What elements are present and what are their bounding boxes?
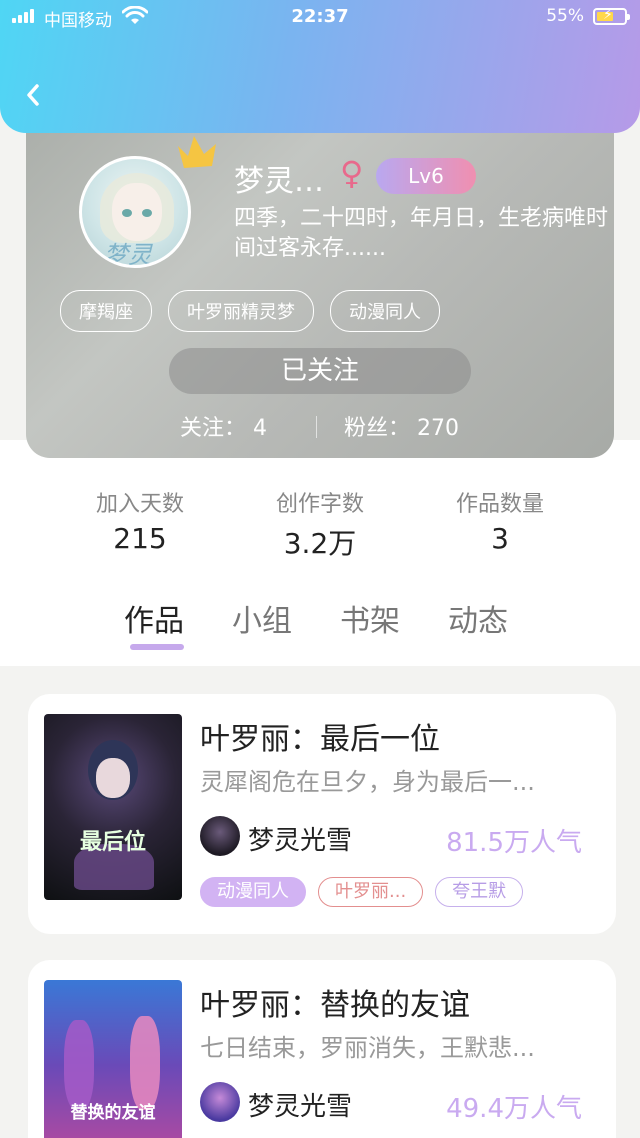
level-badge: Lv6 (376, 158, 476, 194)
fans-count[interactable]: 粉丝： 270 (344, 410, 459, 442)
battery-icon: ⚡ (593, 7, 630, 25)
profile-tags: 摩羯座 叶罗丽精灵梦 动漫同人 (60, 290, 440, 332)
popularity: 81.5万人气 (446, 828, 582, 858)
followed-button[interactable]: 已关注 (169, 348, 471, 394)
author-avatar[interactable] (200, 1082, 240, 1122)
popularity: 49.4万人气 (446, 1094, 582, 1124)
profile-card: 梦灵 梦灵… ♀ Lv6 四季，二十四时，年月日，生老病唯时间过客永存.....… (26, 100, 614, 458)
female-icon: ♀ (340, 154, 364, 192)
profile-tag[interactable]: 叶罗丽精灵梦 (168, 290, 314, 332)
back-arrow-icon[interactable] (22, 80, 44, 110)
cover-title: 最后位 (79, 829, 146, 855)
active-tab-indicator (130, 644, 184, 650)
divider (316, 416, 317, 438)
work-description: 七日结束，罗丽消失，王默悲... (200, 1034, 535, 1062)
battery-percent: 55% (546, 6, 584, 26)
tab-works[interactable]: 作品 (124, 596, 184, 640)
profile-tag[interactable]: 摩羯座 (60, 290, 152, 332)
work-tags: 动漫同人 叶罗丽... 夸王默 (200, 877, 524, 907)
work-tag[interactable]: 叶罗丽... (318, 877, 424, 907)
avatar-signature: 梦灵 (104, 241, 152, 268)
stat-join-days: 加入天数 215 (95, 492, 184, 555)
work-description: 灵犀阁危在旦夕，身为最后一... (200, 768, 535, 796)
tab-bookshelf[interactable]: 书架 (340, 596, 400, 640)
crown-icon (178, 136, 216, 168)
stat-word-count: 创作字数 3.2万 (275, 492, 364, 560)
work-card[interactable]: 最后位 叶罗丽：最后一位 灵犀阁危在旦夕，身为最后一... 梦灵光雪 81.5万… (28, 694, 616, 934)
status-bar: 中国移动 22:37 55% ⚡ (0, 0, 640, 34)
stat-work-count: 作品数量 3 (455, 492, 544, 555)
work-tag[interactable]: 动漫同人 (200, 877, 306, 907)
profile-tabs: 作品 小组 书架 动态 (0, 592, 640, 652)
user-name: 梦灵… (234, 164, 324, 199)
work-title[interactable]: 叶罗丽：最后一位 (200, 714, 440, 758)
user-signature: 四季，二十四时，年月日，生老病唯时间过客永存...... (234, 206, 609, 261)
tab-groups[interactable]: 小组 (232, 596, 292, 640)
work-cover[interactable]: 替换的友谊 (44, 980, 182, 1138)
stats-panel: 加入天数 215 创作字数 3.2万 作品数量 3 (52, 440, 588, 582)
tab-activity[interactable]: 动态 (448, 596, 508, 640)
author-avatar[interactable] (200, 816, 240, 856)
author-name[interactable]: 梦灵光雪 (248, 820, 352, 857)
work-title[interactable]: 叶罗丽：替换的友谊 (200, 980, 470, 1024)
clock: 22:37 (291, 6, 349, 27)
following-count[interactable]: 关注： 4 (180, 410, 267, 442)
author-name[interactable]: 梦灵光雪 (248, 1086, 352, 1123)
header: 中国移动 22:37 55% ⚡ (0, 0, 640, 133)
cover-title: 替换的友谊 (70, 1103, 156, 1123)
work-tag[interactable]: 夸王默 (435, 877, 524, 907)
work-card[interactable]: 替换的友谊 叶罗丽：替换的友谊 七日结束，罗丽消失，王默悲... 梦灵光雪 49… (28, 960, 616, 1138)
profile-tag[interactable]: 动漫同人 (330, 290, 440, 332)
work-cover[interactable]: 最后位 (44, 714, 182, 900)
